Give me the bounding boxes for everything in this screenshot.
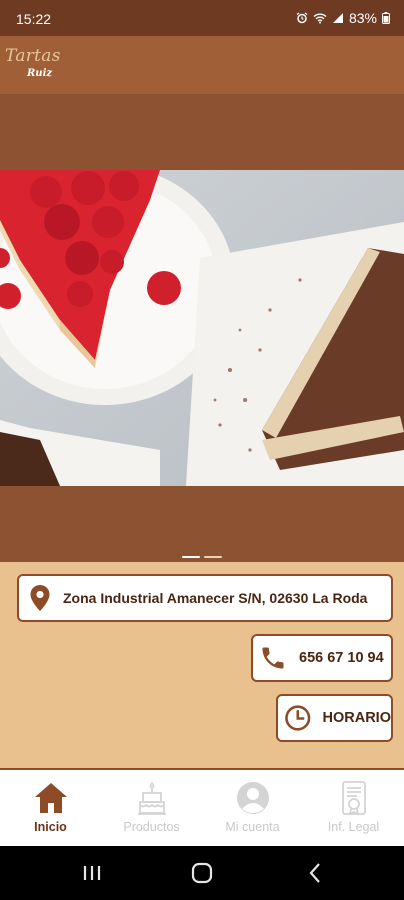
nav-item-mi-cuenta[interactable]: Mi cuenta xyxy=(202,770,303,846)
nav-item-inf-legal[interactable]: Inf. Legal xyxy=(303,770,404,846)
hours-button[interactable]: HORARIO xyxy=(276,694,393,742)
location-pin-icon xyxy=(30,585,50,611)
back-icon[interactable] xyxy=(302,860,330,886)
status-time: 15:22 xyxy=(16,11,52,27)
cakes-photo xyxy=(0,170,404,486)
carousel-dot[interactable] xyxy=(182,556,200,558)
phone-number: 656 67 10 94 xyxy=(299,650,384,666)
home-icon xyxy=(34,783,67,813)
status-icons: 83% xyxy=(296,10,390,26)
wifi-icon xyxy=(313,13,327,24)
clock-icon xyxy=(285,705,311,731)
home-button-icon[interactable] xyxy=(188,860,216,886)
alarm-icon xyxy=(296,12,308,24)
battery-icon xyxy=(382,12,390,24)
hours-label: HORARIO xyxy=(322,710,391,726)
battery-percent: 83% xyxy=(348,10,377,26)
nav-label-productos: Productos xyxy=(123,820,180,834)
phone-icon xyxy=(262,647,284,669)
nav-item-inicio[interactable]: Inicio xyxy=(0,770,101,846)
nav-label-inicio: Inicio xyxy=(34,820,67,834)
carousel-dot[interactable] xyxy=(204,556,222,558)
nav-label-inf-legal: Inf. Legal xyxy=(327,820,380,834)
address-button[interactable]: Zona Industrial Amanecer S/N, 02630 La R… xyxy=(17,574,393,622)
nav-label-mi-cuenta: Mi cuenta xyxy=(225,820,280,834)
status-bar: 15:22 83% xyxy=(0,0,404,36)
carousel-image[interactable] xyxy=(0,170,404,486)
legal-document-icon xyxy=(341,781,366,816)
logo-text-sub: Ruiz xyxy=(27,68,53,79)
phone-button[interactable]: 656 67 10 94 xyxy=(251,634,393,682)
account-icon xyxy=(236,782,269,814)
cake-icon xyxy=(137,781,166,815)
app-bar: Tartas Ruiz xyxy=(0,36,404,94)
brand-logo[interactable]: Tartas Ruiz xyxy=(5,46,60,86)
recent-apps-icon[interactable] xyxy=(78,860,106,886)
system-navigation-bar xyxy=(0,846,404,900)
signal-icon xyxy=(332,13,343,23)
logo-text-main: Tartas xyxy=(5,46,61,66)
nav-item-productos[interactable]: Productos xyxy=(101,770,202,846)
bottom-navigation: Inicio Productos Mi cuenta Inf. Legal xyxy=(0,768,404,846)
address-text: Zona Industrial Amanecer S/N, 02630 La R… xyxy=(63,590,368,606)
